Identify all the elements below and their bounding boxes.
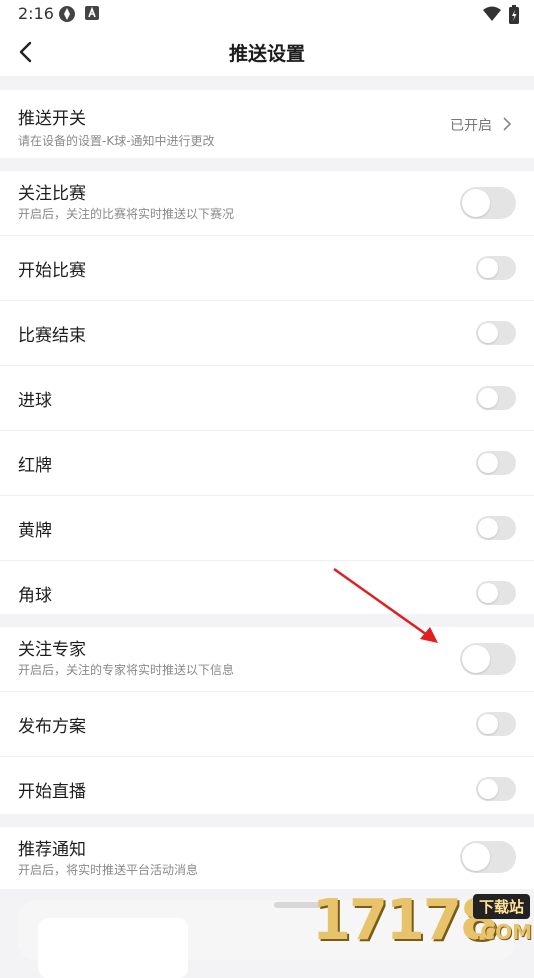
follow-expert-hint: 开启后，关注的专家将实时推送以下信息 xyxy=(18,663,235,677)
toggle-knob xyxy=(462,189,490,217)
sync-icon xyxy=(59,6,75,22)
recommend-notifications-section: 推荐通知 开启后，将实时推送平台活动消息 xyxy=(0,827,534,889)
follow-expert-row: 关注专家 开启后，关注的专家将实时推送以下信息 xyxy=(0,627,534,692)
recommend-hint: 开启后，将实时推送平台活动消息 xyxy=(18,863,199,877)
yellow-card-toggle[interactable] xyxy=(476,516,516,540)
start-live-toggle[interactable] xyxy=(476,777,516,801)
toggle-knob xyxy=(462,645,490,673)
yellow-card-label: 黄牌 xyxy=(18,521,52,541)
match-start-toggle[interactable] xyxy=(476,256,516,280)
toggle-knob xyxy=(478,714,498,734)
match-notifications-section: 关注比赛 开启后，关注的比赛将实时推送以下赛况 开始比赛 比赛结束 进球 红牌 … xyxy=(0,171,534,614)
recommend-toggle[interactable] xyxy=(460,841,516,873)
goal-row: 进球 xyxy=(0,366,534,431)
match-end-label: 比赛结束 xyxy=(18,326,86,346)
goal-label: 进球 xyxy=(18,391,52,411)
push-switch-row[interactable]: 推送开关 请在设备的设置-K球-通知中进行更改 已开启 xyxy=(0,90,534,158)
start-live-row: 开始直播 xyxy=(0,757,534,821)
push-switch-label: 推送开关 xyxy=(18,109,86,129)
expert-notifications-section: 关注专家 开启后，关注的专家将实时推送以下信息 发布方案 开始直播 xyxy=(0,627,534,814)
toggle-knob xyxy=(478,779,498,799)
status-bar: 2:16 xyxy=(0,0,534,28)
push-switch-section: 推送开关 请在设备的设置-K球-通知中进行更改 已开启 xyxy=(0,90,534,158)
follow-match-hint: 开启后，关注的比赛将实时推送以下赛况 xyxy=(18,207,235,221)
red-card-label: 红牌 xyxy=(18,456,52,476)
start-live-label: 开始直播 xyxy=(18,782,86,802)
watermark-suffix: .COM xyxy=(472,920,532,944)
corner-label: 角球 xyxy=(18,586,52,606)
card-inner-panel xyxy=(38,918,188,978)
battery-icon xyxy=(509,5,519,24)
page-title: 推送设置 xyxy=(228,43,305,65)
toggle-knob xyxy=(478,258,498,278)
follow-match-toggle[interactable] xyxy=(460,187,516,219)
red-card-row: 红牌 xyxy=(0,431,534,496)
chevron-right-icon xyxy=(503,117,512,131)
publish-plan-toggle[interactable] xyxy=(476,712,516,736)
match-end-row: 比赛结束 xyxy=(0,301,534,366)
push-switch-status: 已开启 xyxy=(450,118,492,134)
toggle-knob xyxy=(478,323,498,343)
match-start-label: 开始比赛 xyxy=(18,261,86,281)
push-switch-hint: 请在设备的设置-K球-通知中进行更改 xyxy=(18,134,215,148)
recommend-row: 推荐通知 开启后，将实时推送平台活动消息 xyxy=(0,827,534,889)
watermark-number: 17178 xyxy=(312,888,499,953)
match-end-toggle[interactable] xyxy=(476,321,516,345)
status-time: 2:16 xyxy=(18,4,54,23)
toggle-knob xyxy=(478,583,498,603)
toggle-knob xyxy=(478,453,498,473)
app-notification-icon xyxy=(85,6,99,20)
follow-expert-label: 关注专家 xyxy=(18,640,86,660)
recommend-label: 推荐通知 xyxy=(18,840,86,860)
follow-match-label: 关注比赛 xyxy=(18,184,86,204)
goal-toggle[interactable] xyxy=(476,386,516,410)
corner-toggle[interactable] xyxy=(476,581,516,605)
top-navigation-bar: 推送设置 xyxy=(0,28,534,76)
red-arrow-annotation xyxy=(333,567,438,643)
publish-plan-row: 发布方案 xyxy=(0,692,534,757)
follow-match-row: 关注比赛 开启后，关注的比赛将实时推送以下赛况 xyxy=(0,171,534,236)
yellow-card-row: 黄牌 xyxy=(0,496,534,561)
site-watermark: 17178 下载站 .COM xyxy=(312,888,534,953)
toggle-knob xyxy=(462,843,490,871)
toggle-knob xyxy=(478,518,498,538)
follow-expert-toggle[interactable] xyxy=(460,643,516,675)
match-start-row: 开始比赛 xyxy=(0,236,534,301)
corner-row: 角球 xyxy=(0,561,534,625)
wifi-icon xyxy=(483,6,501,21)
watermark-badge: 下载站 xyxy=(472,894,530,919)
toggle-knob xyxy=(478,388,498,408)
red-card-toggle[interactable] xyxy=(476,451,516,475)
publish-plan-label: 发布方案 xyxy=(18,717,86,737)
